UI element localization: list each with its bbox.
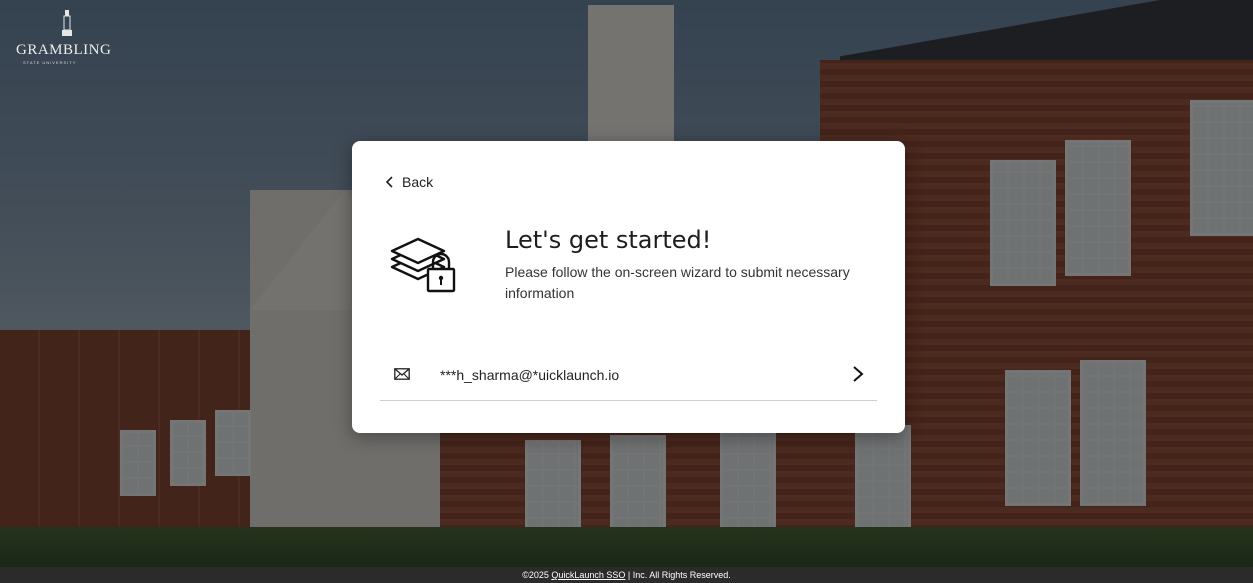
masked-email: ***h_sharma@*uicklaunch.io [440,367,620,383]
chevron-left-icon [385,176,393,188]
page-subtitle: Please follow the on-screen wizard to su… [505,264,850,301]
footer: ©2025 QuickLaunch SSO | Inc. All Rights … [0,567,1253,583]
tower-icon [62,10,72,36]
footer-rights: | Inc. All Rights Reserved. [625,570,731,580]
page-title: Let's get started! [505,226,712,254]
email-option-row[interactable]: ***h_sharma@*uicklaunch.io [380,354,877,401]
university-logo: GRAMBLING STATE UNIVERSITY [14,8,114,65]
logo-subtext: STATE UNIVERSITY [23,60,77,65]
logo-wordmark: GRAMBLING [16,42,112,58]
chevron-right-icon [853,366,864,382]
wizard-card: Back Let's get started! Please follow th… [352,141,905,433]
back-label: Back [402,174,434,190]
mail-icon [394,368,410,380]
back-button[interactable]: Back [384,174,433,190]
layers-lock-icon [390,237,456,293]
quicklaunch-sso-link[interactable]: QuickLaunch SSO [551,570,625,580]
footer-copyright: ©2025 [522,570,552,580]
